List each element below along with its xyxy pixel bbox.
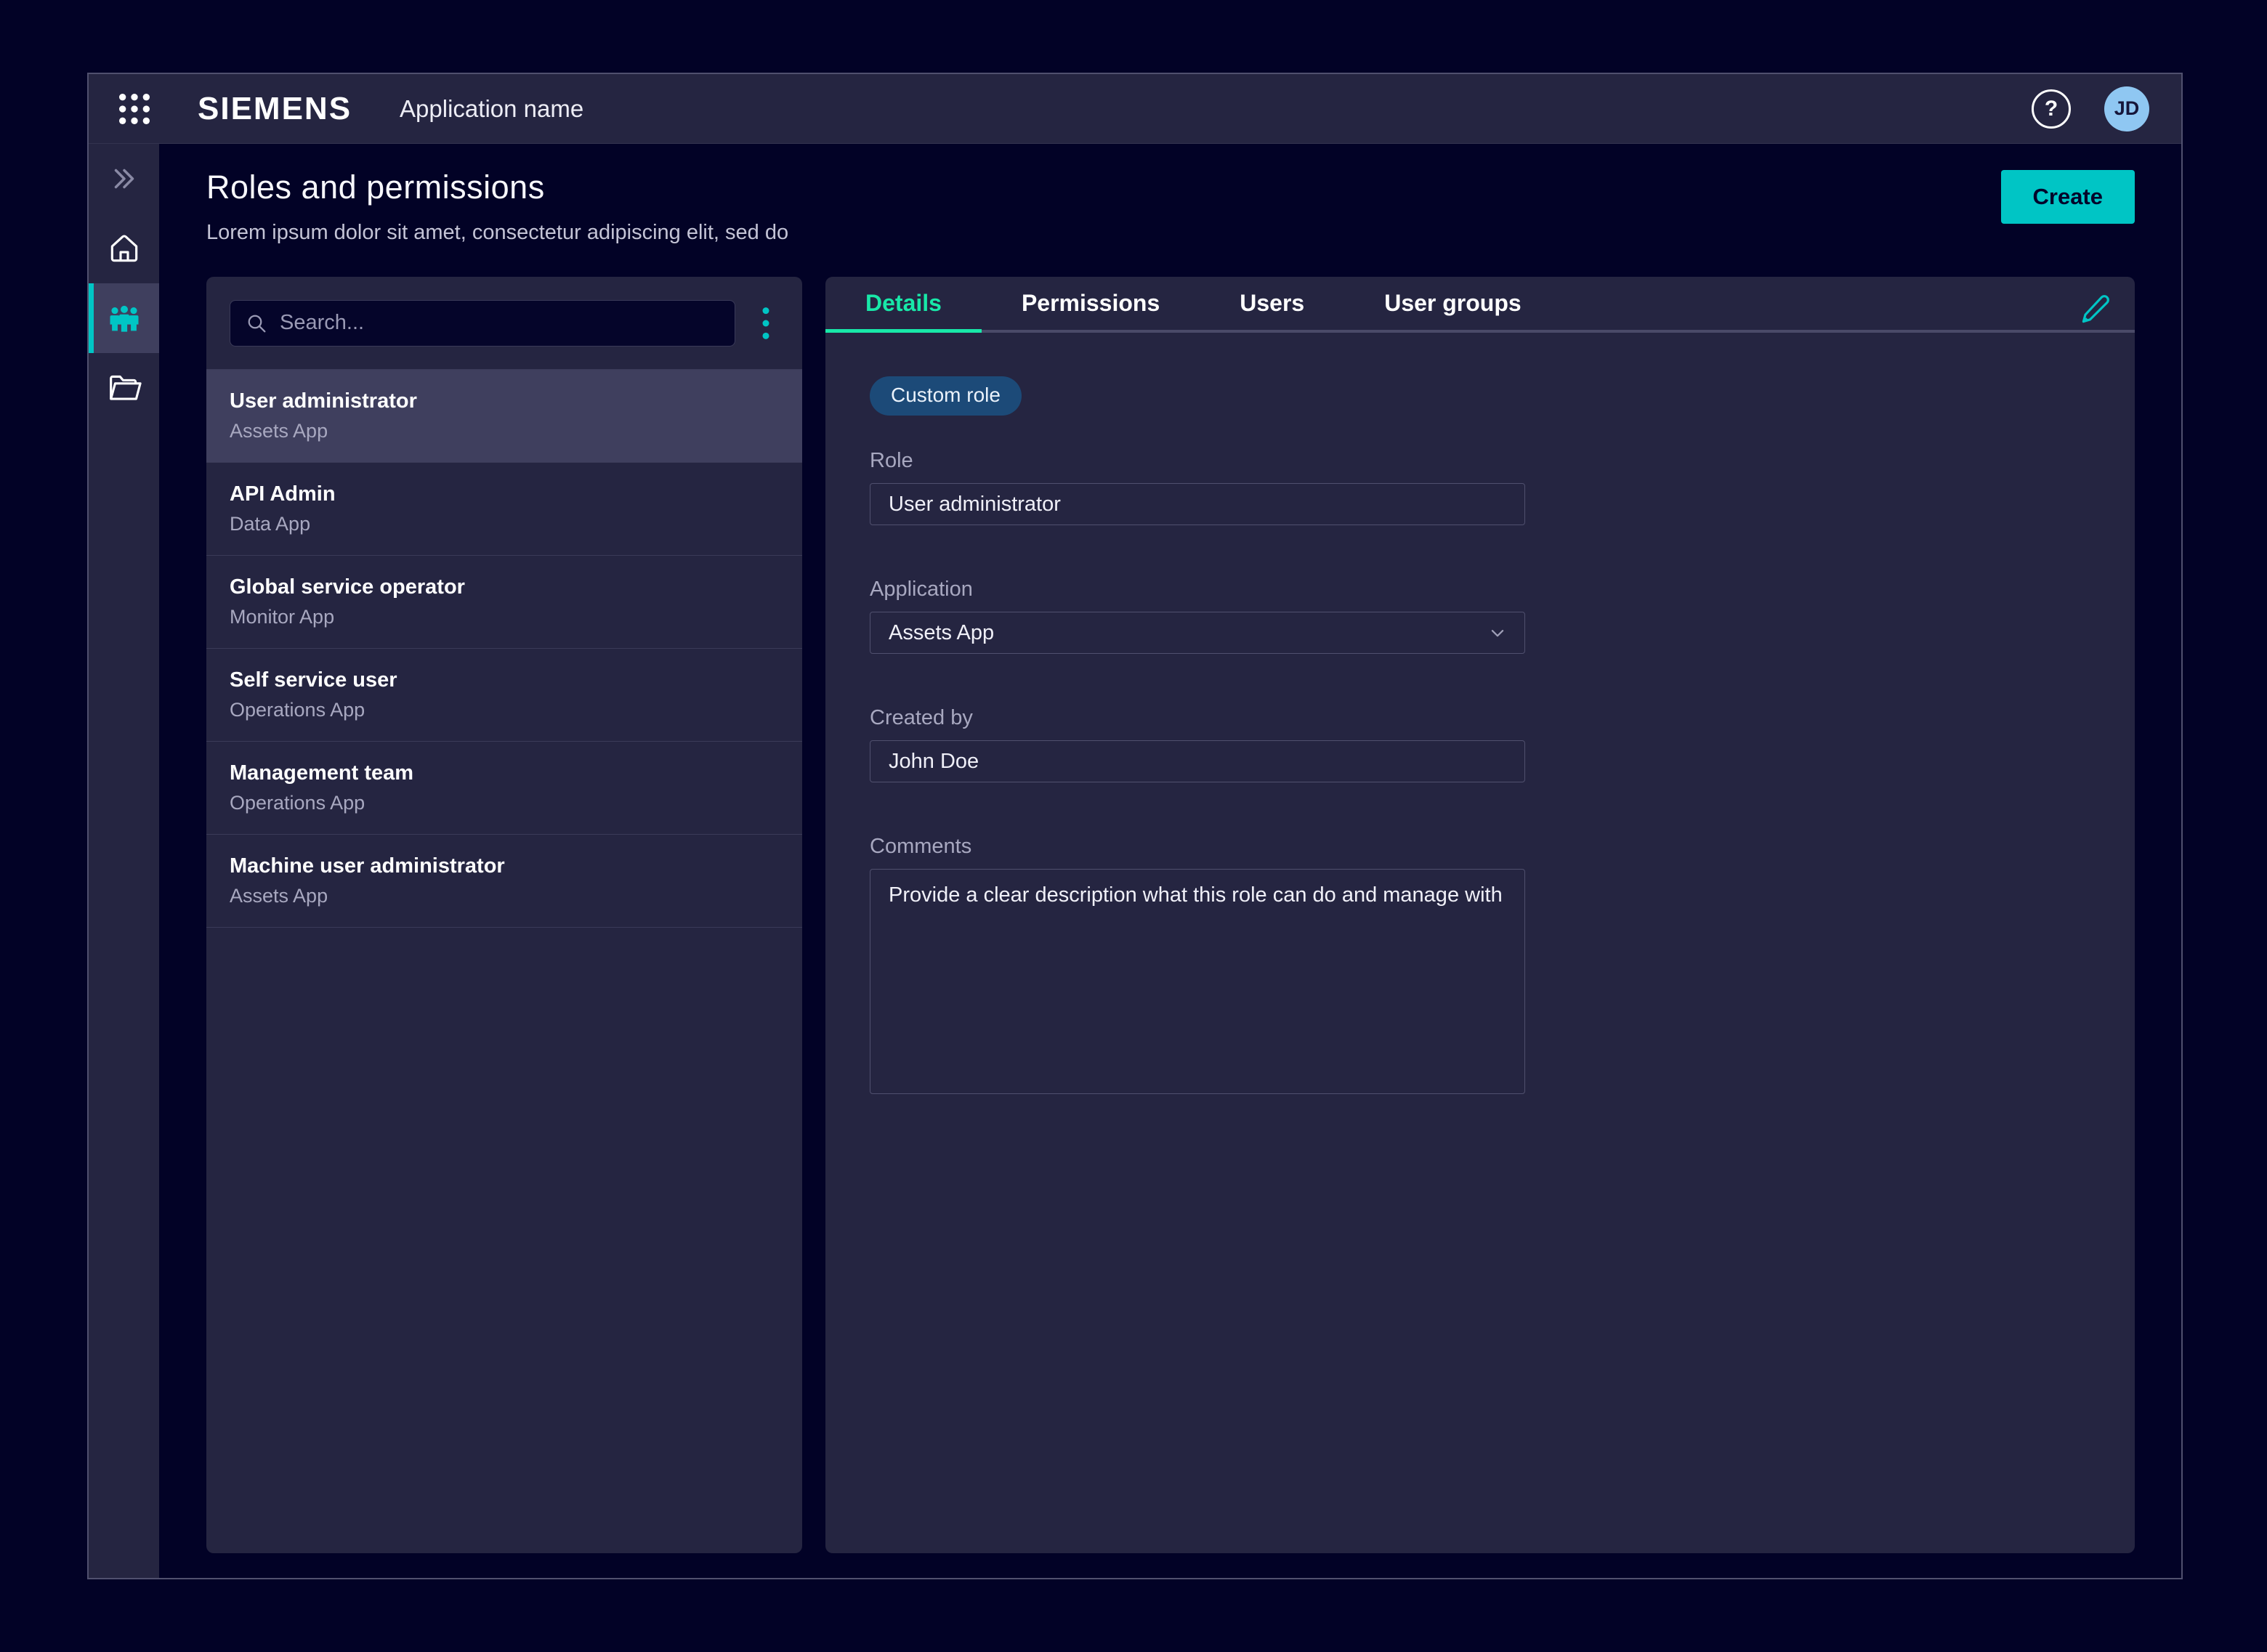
home-icon <box>106 230 142 267</box>
search-row <box>206 277 802 370</box>
application-field-label: Application <box>870 578 1525 602</box>
avatar-initials: JD <box>2114 97 2140 120</box>
rail-expand-button[interactable] <box>89 144 159 214</box>
search-input[interactable] <box>280 311 720 335</box>
role-details-panel: Details Permissions Users User groups <box>825 277 2135 1553</box>
role-item-name: User administrator <box>230 389 779 413</box>
sidebar-item-projects[interactable] <box>89 353 159 423</box>
custom-role-badge: Custom role <box>870 376 1022 416</box>
application-select-value: Assets App <box>889 621 994 645</box>
grid-icon <box>114 89 155 129</box>
role-input[interactable] <box>870 483 1525 525</box>
sidebar-item-home[interactable] <box>89 214 159 283</box>
page-head: Roles and permissions Lorem ipsum dolor … <box>206 169 2135 245</box>
list-options-button[interactable] <box>745 300 786 347</box>
siemens-logo: SIEMENS <box>198 91 352 127</box>
folder-open-icon <box>106 370 142 406</box>
kebab-menu-icon <box>761 304 771 342</box>
page-subtitle: Lorem ipsum dolor sit amet, consectetur … <box>206 221 788 245</box>
comments-field-group: Comments Provide a clear description wha… <box>870 835 1525 1098</box>
role-list: User administrator Assets App API Admin … <box>206 370 802 1553</box>
tab-bar: Details Permissions Users User groups <box>825 277 2135 333</box>
panels-row: User administrator Assets App API Admin … <box>206 277 2135 1553</box>
role-item-name: Self service user <box>230 668 779 692</box>
role-list-item[interactable]: Machine user administrator Assets App <box>206 835 802 928</box>
role-item-name: Machine user administrator <box>230 854 779 878</box>
tab-details[interactable]: Details <box>825 277 982 330</box>
app-window: SIEMENS Application name ? JD <box>87 73 2183 1579</box>
chevron-down-icon <box>1485 620 1510 645</box>
role-item-app: Assets App <box>230 885 779 907</box>
role-item-app: Data App <box>230 513 779 535</box>
tab-users[interactable]: Users <box>1200 277 1344 330</box>
window-body: Roles and permissions Lorem ipsum dolor … <box>89 144 2181 1578</box>
question-mark-icon: ? <box>2045 97 2058 121</box>
app-switcher-button[interactable] <box>113 88 155 130</box>
role-list-item[interactable]: Global service operator Monitor App <box>206 556 802 649</box>
role-item-app: Operations App <box>230 792 779 814</box>
comments-field-label: Comments <box>870 835 1525 859</box>
role-list-item[interactable]: Management team Operations App <box>206 742 802 835</box>
page-head-text: Roles and permissions Lorem ipsum dolor … <box>206 169 788 245</box>
role-item-app: Monitor App <box>230 606 779 628</box>
role-field-label: Role <box>870 449 1525 473</box>
tab-user-groups[interactable]: User groups <box>1344 277 1561 330</box>
pencil-icon <box>2078 291 2113 326</box>
details-form: Custom role Role Application Assets App <box>825 333 2135 1141</box>
roles-list-panel: User administrator Assets App API Admin … <box>206 277 802 1553</box>
double-chevron-right-icon <box>108 162 141 195</box>
application-field-group: Application Assets App <box>870 578 1525 654</box>
page-title: Roles and permissions <box>206 169 788 206</box>
role-item-name: API Admin <box>230 482 779 506</box>
role-item-name: Global service operator <box>230 575 779 599</box>
sidebar-item-roles[interactable] <box>89 283 159 353</box>
tab-permissions[interactable]: Permissions <box>982 277 1200 330</box>
role-list-item[interactable]: API Admin Data App <box>206 463 802 556</box>
created-by-input[interactable] <box>870 740 1525 782</box>
left-rail <box>89 144 159 1578</box>
search-box <box>230 300 735 347</box>
edit-role-button[interactable] <box>2075 288 2116 329</box>
role-list-item[interactable]: User administrator Assets App <box>206 370 802 463</box>
role-item-app: Assets App <box>230 420 779 442</box>
role-field-group: Role <box>870 449 1525 525</box>
role-list-item[interactable]: Self service user Operations App <box>206 649 802 742</box>
application-select[interactable]: Assets App <box>870 612 1525 654</box>
application-name: Application name <box>400 95 583 123</box>
role-item-name: Management team <box>230 761 779 785</box>
top-header: SIEMENS Application name ? JD <box>89 74 2181 144</box>
comments-textarea[interactable]: Provide a clear description what this ro… <box>870 869 1525 1094</box>
search-icon <box>245 312 268 335</box>
main-content: Roles and permissions Lorem ipsum dolor … <box>159 144 2181 1578</box>
create-button[interactable]: Create <box>2001 170 2135 224</box>
created-by-field-label: Created by <box>870 706 1525 730</box>
help-button[interactable]: ? <box>2032 89 2071 129</box>
created-by-field-group: Created by <box>870 706 1525 782</box>
role-item-app: Operations App <box>230 699 779 721</box>
screen: SIEMENS Application name ? JD <box>0 0 2267 1652</box>
avatar[interactable]: JD <box>2104 86 2149 131</box>
users-icon <box>105 299 143 337</box>
